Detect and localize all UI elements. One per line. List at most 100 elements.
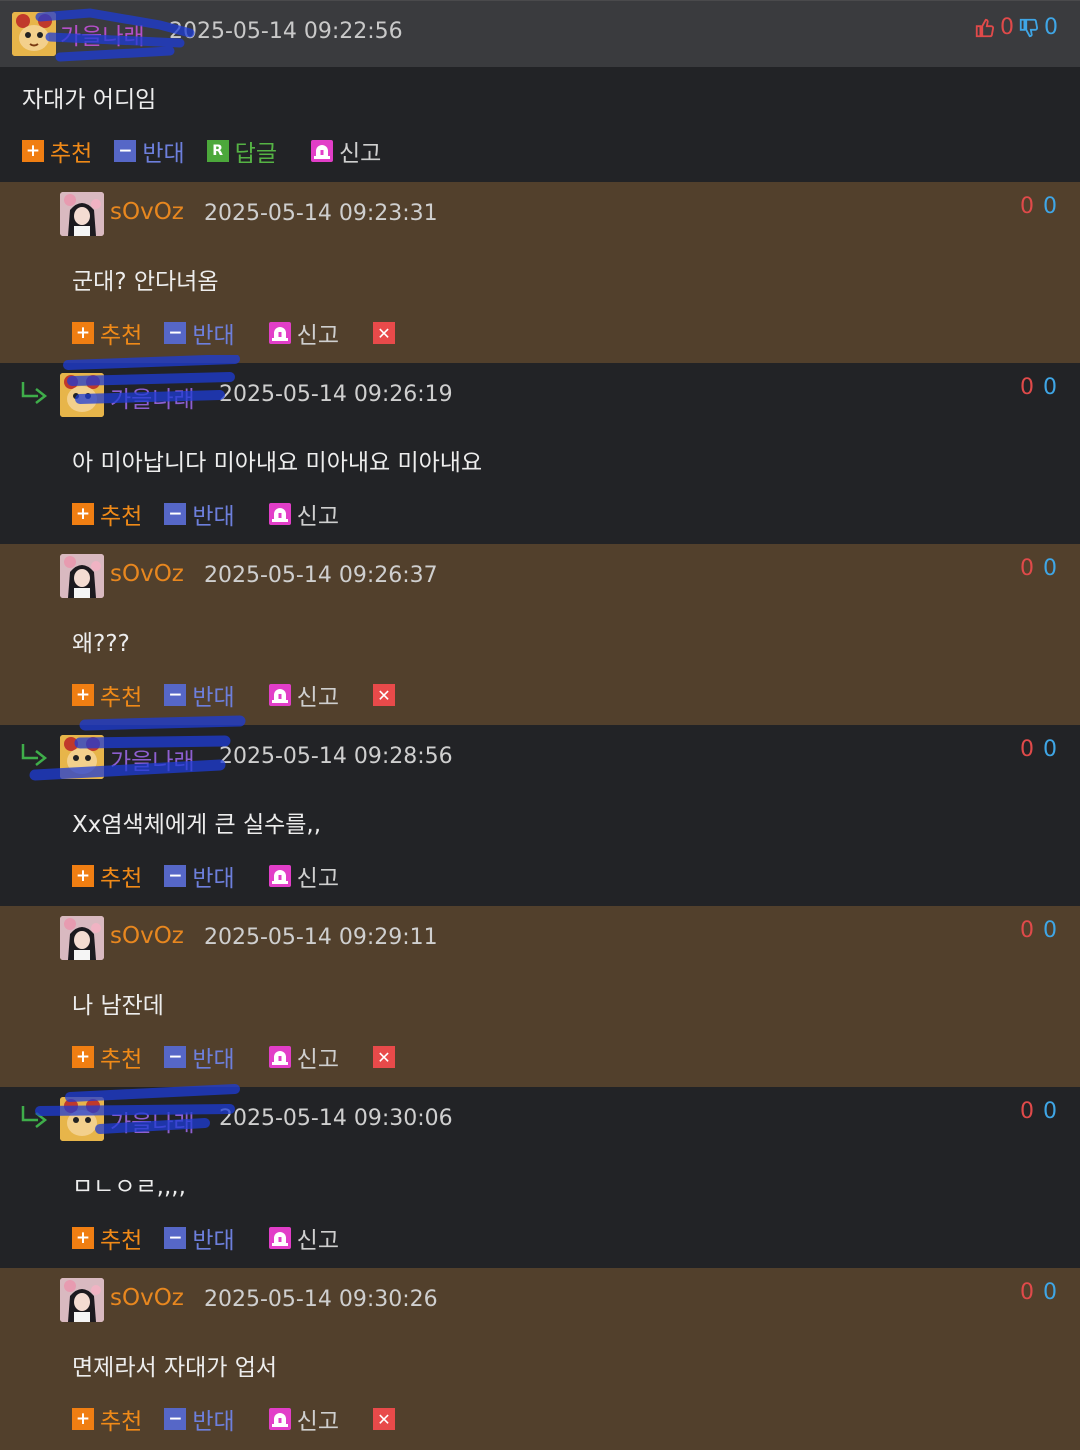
reply-comment: sOvOz 2025-05-14 09:30:26 0 0 면제라서 자대가 업… (0, 1268, 1080, 1450)
comment-author[interactable]: 가을나래 (60, 17, 145, 51)
report-button[interactable]: 신고 (310, 134, 381, 168)
oppose-button[interactable]: − 반대 (164, 1402, 235, 1436)
comment-body: 왜??? (72, 631, 130, 657)
report-button[interactable]: 신고 (268, 859, 339, 893)
oppose-button[interactable]: − 반대 (114, 134, 185, 168)
report-button[interactable]: 신고 (268, 1221, 339, 1255)
vote-counts: 0 0 (1020, 375, 1058, 400)
reply-comment: sOvOz 2025-05-14 09:23:31 0 0 군대? 안다녀옴 +… (0, 182, 1080, 363)
comment-author[interactable]: sOvOz (110, 1285, 184, 1311)
minus-icon: − (164, 322, 187, 344)
recommend-button[interactable]: + 추천 (72, 859, 142, 893)
comment-actions: + 추천 − 반대 신고 (72, 497, 361, 531)
avatar[interactable] (60, 1278, 104, 1322)
avatar[interactable] (60, 554, 104, 598)
comment-actions: + 추천 − 반대 R 답글 신고 (22, 134, 403, 168)
downvote-count: 0 (1043, 737, 1058, 762)
vote-counts: 0 0 (1020, 194, 1058, 219)
siren-icon (310, 140, 333, 162)
recommend-button[interactable]: + 추천 (72, 678, 142, 712)
comment-author[interactable]: 가을나래 (110, 1104, 195, 1138)
downvote-count: 0 (1043, 194, 1058, 219)
avatar[interactable] (60, 373, 104, 417)
comment-actions: + 추천 − 반대 신고 ✕ (72, 316, 395, 350)
comment-author[interactable]: sOvOz (110, 561, 184, 587)
report-button[interactable]: 신고 (268, 1402, 339, 1436)
close-icon[interactable]: ✕ (372, 684, 395, 706)
recommend-button[interactable]: + 추천 (72, 1402, 142, 1436)
report-button[interactable]: 신고 (268, 497, 339, 531)
avatar[interactable] (12, 12, 56, 56)
comment-timestamp: 2025-05-14 09:23:31 (204, 201, 438, 226)
report-button[interactable]: 신고 (268, 316, 339, 350)
oppose-button[interactable]: − 반대 (164, 497, 235, 531)
report-button[interactable]: 신고 (268, 678, 339, 712)
reply-comment: 가을나래 2025-05-14 09:26:19 0 0 아 미아납니다 미아내… (0, 355, 1080, 544)
upvote-count: 0 (1020, 1280, 1035, 1305)
comment-timestamp: 2025-05-14 09:29:11 (204, 925, 438, 950)
downvote-count: 0 (1043, 375, 1058, 400)
comment-author[interactable]: 가을나래 (110, 380, 195, 414)
comment-author[interactable]: 가을나래 (110, 742, 195, 776)
recommend-button[interactable]: + 추천 (72, 316, 142, 350)
minus-icon: − (164, 865, 187, 887)
minus-icon: − (164, 1046, 187, 1068)
plus-icon: + (72, 503, 94, 525)
downvote-count: 0 (1043, 556, 1058, 581)
reply-button[interactable]: R 답글 (206, 134, 277, 168)
recommend-button[interactable]: + 추천 (22, 134, 92, 168)
upvote-count: 0 (1020, 556, 1035, 581)
plus-icon: + (72, 684, 94, 706)
comment-author[interactable]: sOvOz (110, 923, 184, 949)
oppose-button[interactable]: − 반대 (164, 859, 235, 893)
comment-actions: + 추천 − 반대 신고 ✕ (72, 1040, 395, 1074)
siren-icon (268, 865, 291, 887)
minus-icon: − (114, 140, 137, 162)
minus-icon: − (164, 1408, 187, 1430)
vote-counts: 0 0 (1020, 1280, 1058, 1305)
avatar[interactable] (60, 916, 104, 960)
comment-actions: + 추천 − 반대 신고 (72, 1221, 361, 1255)
comment-actions: + 추천 − 반대 신고 ✕ (72, 678, 395, 712)
comment-body: Xx염색체에게 큰 실수를,, (72, 812, 322, 838)
thumbs-down-icon[interactable] (1018, 17, 1040, 39)
avatar[interactable] (60, 735, 104, 779)
downvote-count: 0 (1043, 918, 1058, 943)
plus-icon: + (72, 865, 94, 887)
siren-icon (268, 1408, 291, 1430)
siren-icon (268, 684, 291, 706)
recommend-button[interactable]: + 추천 (72, 1221, 142, 1255)
recommend-button[interactable]: + 추천 (72, 1040, 142, 1074)
recommend-button[interactable]: + 추천 (72, 497, 142, 531)
comment-timestamp: 2025-05-14 09:22:56 (169, 19, 403, 44)
oppose-button[interactable]: − 반대 (164, 678, 235, 712)
upvote-count: 0 (1020, 1099, 1035, 1124)
root-comment: 가을나래 2025-05-14 09:22:56 0 0 자대가 어디임 + 추천… (0, 0, 1080, 182)
avatar[interactable] (60, 192, 104, 236)
close-icon[interactable]: ✕ (372, 322, 395, 344)
reply-arrow-icon (21, 382, 48, 404)
oppose-button[interactable]: − 반대 (164, 1221, 235, 1255)
comment-body: ㅁㄴㅇㄹ,,,, (72, 1174, 186, 1200)
minus-icon: − (164, 1227, 187, 1249)
downvote-count: 0 (1044, 15, 1058, 40)
comment-author[interactable]: sOvOz (110, 199, 184, 225)
report-button[interactable]: 신고 (268, 1040, 339, 1074)
close-icon[interactable]: ✕ (372, 1408, 395, 1430)
reply-comment: 가을나래 2025-05-14 09:28:56 0 0 Xx염색체에게 큰 실… (0, 715, 1080, 906)
comment-timestamp: 2025-05-14 09:28:56 (219, 744, 453, 769)
minus-icon: − (164, 503, 187, 525)
oppose-button[interactable]: − 반대 (164, 316, 235, 350)
plus-icon: + (72, 322, 94, 344)
reply-arrow-icon (21, 1106, 48, 1128)
oppose-button[interactable]: − 반대 (164, 1040, 235, 1074)
reply-comment: sOvOz 2025-05-14 09:26:37 0 0 왜??? + 추천 −… (0, 544, 1080, 725)
upvote-count: 0 (1000, 15, 1014, 40)
reply-r-icon: R (206, 140, 229, 162)
thumbs-up-icon[interactable] (974, 17, 996, 39)
avatar[interactable] (60, 1097, 104, 1141)
plus-icon: + (72, 1046, 94, 1068)
siren-icon (268, 1227, 291, 1249)
close-icon[interactable]: ✕ (372, 1046, 395, 1068)
vote-counts: 0 0 (1020, 1099, 1058, 1124)
